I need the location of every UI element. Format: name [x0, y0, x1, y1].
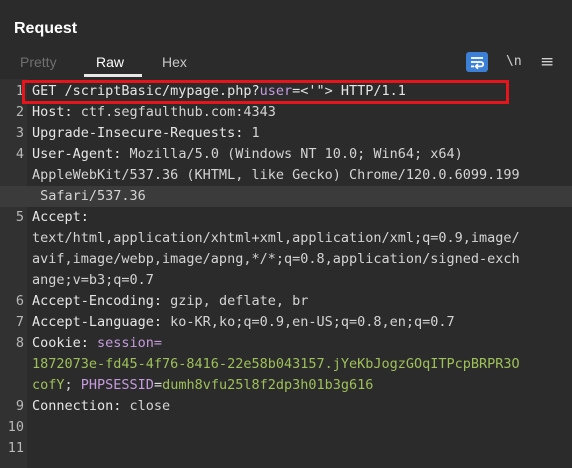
- editor-line: cofY; PHPSESSID=dumh8vfu25l8f2dp3h01b3g6…: [0, 375, 572, 396]
- line-code: cofY; PHPSESSID=dumh8vfu25l8f2dp3h01b3g6…: [32, 375, 373, 396]
- line-number: 11: [7, 440, 24, 456]
- code-token: Accept-Encoding:: [32, 293, 171, 309]
- editor-line: 2 Host: ctf.segfaulthub.com:4343: [0, 102, 572, 123]
- code-token: session=: [97, 335, 163, 351]
- highlight-annotation-box: [22, 80, 509, 104]
- editor-line: AppleWebKit/537.36 (KHTML, like Gecko) C…: [0, 165, 572, 186]
- editor-line: 1872073e-fd45-4f76-8416-22e58b043157.jYe…: [0, 354, 572, 375]
- line-code: AppleWebKit/537.36 (KHTML, like Gecko) C…: [32, 165, 520, 186]
- code-token: User-Agent:: [32, 146, 130, 162]
- editor-line: 9 Connection: close: [0, 396, 572, 417]
- line-number: 2: [15, 104, 24, 120]
- line-number: 9: [15, 398, 24, 414]
- code-token: Connection:: [32, 398, 130, 414]
- line-code: 1872073e-fd45-4f76-8416-22e58b043157.jYe…: [32, 354, 520, 375]
- editor-line: 4 User-Agent: Mozilla/5.0 (Windows NT 10.…: [0, 144, 572, 165]
- code-token: ange;v=b3;q=0.7: [32, 272, 154, 288]
- code-token: 1: [251, 125, 260, 141]
- tab-hex[interactable]: Hex: [162, 54, 187, 70]
- code-token: cofY: [32, 377, 65, 393]
- line-code: Upgrade-Insecure-Requests: 1: [32, 123, 260, 144]
- code-token: Safari/537.36: [32, 188, 146, 204]
- word-wrap-toggle-button[interactable]: [466, 52, 488, 72]
- show-newlines-button[interactable]: \n: [506, 54, 522, 69]
- line-code: Safari/537.36: [32, 186, 146, 207]
- line-code: Accept-Language: ko-KR,ko;q=0.9,en-US;q=…: [32, 312, 455, 333]
- editor-line: 3 Upgrade-Insecure-Requests: 1: [0, 123, 572, 144]
- code-token: PHPSESSID: [80, 377, 154, 393]
- editor-line: 6 Accept-Encoding: gzip, deflate, br: [0, 291, 572, 312]
- line-code: text/html,application/xhtml+xml,applicat…: [32, 228, 520, 249]
- code-token: 1872073e-fd45-4f76-8416-22e58b043157.jYe…: [32, 356, 520, 372]
- code-token: AppleWebKit/537.36 (KHTML, like Gecko) C…: [32, 167, 520, 183]
- line-code: Host: ctf.segfaulthub.com:4343: [32, 102, 276, 123]
- code-token: ko-KR,ko;q=0.9,en-US;q=0.8,en;q=0.7: [170, 314, 455, 330]
- active-tab-indicator: [84, 74, 142, 77]
- code-token: gzip, deflate, br: [170, 293, 309, 309]
- line-number: 4: [15, 146, 24, 162]
- code-token: close: [129, 398, 171, 414]
- line-number: 6: [15, 293, 24, 309]
- tab-raw[interactable]: Raw: [96, 54, 124, 70]
- view-tabs: Pretty Raw Hex \n ≡: [0, 52, 572, 78]
- tab-pretty[interactable]: Pretty: [20, 54, 57, 70]
- code-token: Upgrade-Insecure-Requests:: [32, 125, 252, 141]
- editor-line: 10: [0, 417, 572, 438]
- line-code: ange;v=b3;q=0.7: [32, 270, 154, 291]
- editor-line: Safari/537.36: [0, 186, 572, 207]
- editor-line: ange;v=b3;q=0.7: [0, 270, 572, 291]
- code-token: Accept:: [32, 209, 89, 225]
- code-token: Cookie:: [32, 335, 98, 351]
- code-token: Accept-Language:: [32, 314, 171, 330]
- wrap-lines-icon: [471, 57, 485, 70]
- editor-line: avif,image/webp,image/apng,*/*;q=0.8,app…: [0, 249, 572, 270]
- line-number: 8: [15, 335, 24, 351]
- code-token: avif,image/webp,image/apng,*/*;q=0.8,app…: [32, 251, 520, 267]
- code-token: text/html,application/xhtml+xml,applicat…: [32, 230, 520, 246]
- code-token: =: [153, 377, 163, 393]
- editor-line: 11: [0, 438, 572, 459]
- editor-line: 5 Accept:: [0, 207, 572, 228]
- code-token: ctf.segfaulthub.com:4343: [80, 104, 276, 120]
- code-token: dumh8vfu25l8f2dp3h01b3g616: [162, 377, 374, 393]
- line-code: avif,image/webp,image/apng,*/*;q=0.8,app…: [32, 249, 520, 270]
- line-code: User-Agent: Mozilla/5.0 (Windows NT 10.0…: [32, 144, 463, 165]
- line-number: 7: [15, 314, 24, 330]
- code-token: Mozilla/5.0 (Windows NT 10.0; Win64; x64…: [129, 146, 463, 162]
- line-number: 3: [15, 125, 24, 141]
- line-number: 5: [15, 209, 24, 225]
- line-code: Connection: close: [32, 396, 170, 417]
- raw-request-editor[interactable]: 1 GET /scriptBasic/mypage.php?user=<'"> H…: [0, 79, 572, 468]
- editor-line: text/html,application/xhtml+xml,applicat…: [0, 228, 572, 249]
- editor-line: 7 Accept-Language: ko-KR,ko;q=0.9,en-US;q…: [0, 312, 572, 333]
- line-number: 10: [7, 419, 24, 435]
- line-number: 1: [15, 83, 24, 99]
- line-code: Accept-Encoding: gzip, deflate, br: [32, 291, 308, 312]
- code-token: Host:: [32, 104, 81, 120]
- line-code: Cookie: session=: [32, 333, 162, 354]
- line-code: Accept:: [32, 207, 89, 228]
- menu-icon[interactable]: ≡: [540, 52, 554, 72]
- code-token: ;: [64, 377, 81, 393]
- panel-title: Request: [14, 20, 78, 37]
- editor-line: 8 Cookie: session=: [0, 333, 572, 354]
